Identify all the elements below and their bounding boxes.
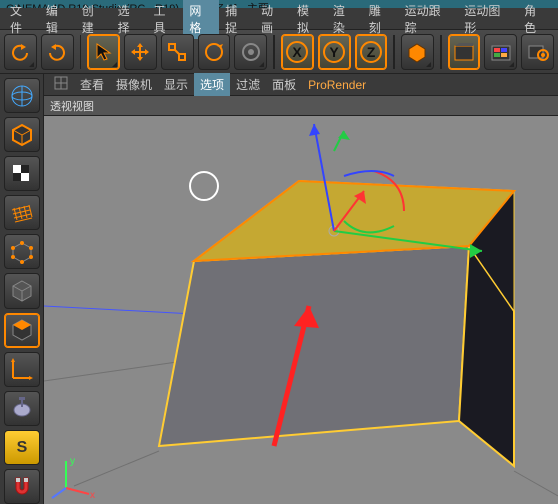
- svg-text:x: x: [90, 490, 95, 501]
- viewport[interactable]: y x: [44, 116, 558, 504]
- select-tool[interactable]: [87, 34, 120, 70]
- make-editable-button[interactable]: [4, 78, 40, 113]
- menu-render[interactable]: 渲染: [327, 0, 363, 39]
- rotate-tool[interactable]: [198, 34, 231, 70]
- model-button[interactable]: [4, 117, 40, 152]
- menu-mograph[interactable]: 运动图形: [458, 0, 518, 39]
- axis-y-button[interactable]: Y: [318, 34, 351, 70]
- separator: [440, 35, 442, 69]
- render-settings-button[interactable]: [521, 34, 554, 70]
- menu-snap[interactable]: 捕捉: [219, 0, 255, 39]
- view-options[interactable]: 选项: [194, 73, 230, 96]
- menu-file[interactable]: 文件: [4, 0, 40, 39]
- svg-text:S: S: [16, 439, 27, 456]
- cube-front-face: [159, 246, 469, 446]
- axis-x-button[interactable]: X: [281, 34, 314, 70]
- svg-text:y: y: [70, 456, 75, 467]
- menu-char[interactable]: 角色: [518, 0, 554, 39]
- menu-bar: 文件 编辑 创建 选择 工具 网格 捕捉 动画 模拟 渲染 雕刻 运动跟踪 运动…: [0, 8, 558, 30]
- annotation-circle: [190, 172, 218, 200]
- mini-axis-icon: y x: [52, 456, 95, 501]
- edge-button[interactable]: [4, 273, 40, 308]
- view-display[interactable]: 显示: [158, 73, 194, 96]
- view-icon[interactable]: [48, 73, 74, 96]
- workplane-button[interactable]: [4, 195, 40, 230]
- dropdown-icon: [112, 62, 117, 67]
- last-tool[interactable]: [234, 34, 267, 70]
- dropdown-icon: [259, 62, 264, 67]
- view-panel[interactable]: 面板: [266, 73, 302, 96]
- magnet-button[interactable]: [4, 469, 40, 504]
- separator: [393, 35, 395, 69]
- material-button[interactable]: [401, 34, 434, 70]
- view-filter[interactable]: 过滤: [230, 73, 266, 96]
- viewport-canvas: y x: [44, 116, 558, 504]
- separator: [273, 35, 275, 69]
- svg-text:Y: Y: [329, 44, 339, 60]
- snap-button[interactable]: S: [4, 430, 40, 465]
- separator: [80, 35, 82, 69]
- point-button[interactable]: [4, 234, 40, 269]
- tweak-button[interactable]: [4, 391, 40, 426]
- menu-create[interactable]: 创建: [76, 0, 112, 39]
- redo-button[interactable]: [41, 34, 74, 70]
- texture-button[interactable]: [4, 156, 40, 191]
- view-view[interactable]: 查看: [74, 73, 110, 96]
- menu-anim[interactable]: 动画: [255, 0, 291, 39]
- menu-tools[interactable]: 工具: [148, 0, 184, 39]
- view-prorender[interactable]: ProRender: [302, 75, 372, 95]
- render-view-button[interactable]: [484, 34, 517, 70]
- axis-z-button[interactable]: Z: [355, 34, 388, 70]
- svg-text:Z: Z: [367, 44, 376, 60]
- menu-sculpt[interactable]: 雕刻: [363, 0, 399, 39]
- undo-button[interactable]: [4, 34, 37, 70]
- polygon-button[interactable]: [4, 313, 40, 348]
- menu-edit[interactable]: 编辑: [40, 0, 76, 39]
- menu-sim[interactable]: 模拟: [291, 0, 327, 39]
- menu-track[interactable]: 运动跟踪: [399, 0, 459, 39]
- dropdown-icon: [29, 62, 34, 67]
- viewport-tab[interactable]: 透视视图: [44, 96, 558, 116]
- dropdown-icon: [509, 62, 514, 67]
- move-tool[interactable]: [124, 34, 157, 70]
- dropdown-icon: [426, 62, 431, 67]
- menu-select[interactable]: 选择: [112, 0, 148, 39]
- menu-mesh[interactable]: 网格: [183, 0, 219, 39]
- viewport-tab-label: 透视视图: [50, 101, 94, 113]
- axis-button[interactable]: [4, 352, 40, 387]
- viewport-menu: 查看 摄像机 显示 选项 过滤 面板 ProRender: [44, 74, 558, 96]
- side-toolbar: S: [0, 74, 44, 504]
- svg-text:X: X: [293, 44, 303, 60]
- scale-tool[interactable]: [161, 34, 194, 70]
- render-button[interactable]: [448, 34, 481, 70]
- view-camera[interactable]: 摄像机: [110, 73, 158, 96]
